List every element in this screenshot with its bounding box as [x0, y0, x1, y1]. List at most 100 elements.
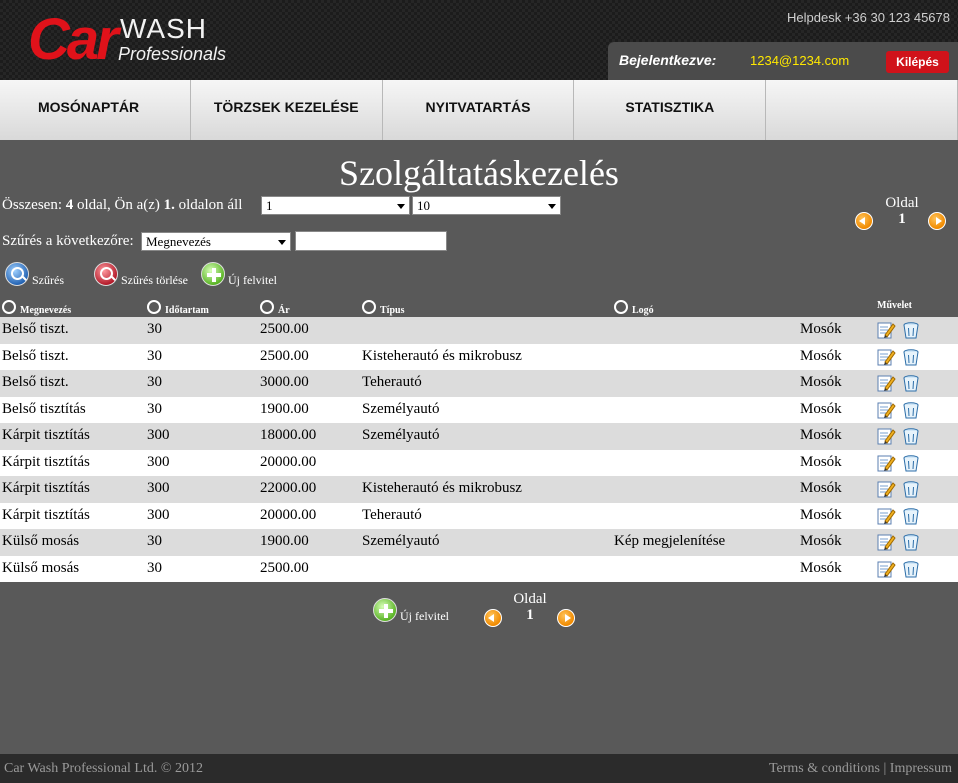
delete-icon[interactable] — [901, 426, 921, 446]
edit-icon[interactable] — [876, 426, 896, 446]
delete-icon[interactable] — [901, 532, 921, 552]
column-label-duration: Időtartam — [165, 305, 209, 316]
delete-icon[interactable] — [901, 347, 921, 367]
cell-duration: 30 — [147, 400, 162, 417]
cell-price: 20000.00 — [260, 506, 317, 523]
delete-icon[interactable] — [901, 506, 921, 526]
delete-icon[interactable] — [901, 320, 921, 340]
nav-item-mosonaptar[interactable]: MOSÓNAPTÁR — [0, 80, 191, 140]
cell-duration: 300 — [147, 480, 170, 496]
edit-icon[interactable] — [876, 373, 896, 393]
cell-duration: 30 — [147, 347, 162, 364]
cell-group: Mosók — [800, 506, 842, 523]
footer: Car Wash Professional Ltd. © 2012 Terms … — [0, 754, 958, 783]
delete-icon[interactable] — [901, 400, 921, 420]
sort-radio-icon[interactable] — [2, 300, 16, 314]
nav-item-nyitvatartas[interactable]: NYITVATARTÁS — [383, 80, 575, 140]
impressum-link[interactable]: Impressum — [890, 761, 952, 776]
cell-type: Teherautó — [362, 506, 422, 523]
footer-links: Terms & conditions | Impressum — [769, 761, 952, 777]
footer-copyright: Car Wash Professional Ltd. © 2012 — [4, 761, 204, 776]
table-row: Belső tisztítás 30 1900.00 Személyautó Mosók — [0, 396, 958, 423]
filter-field-select[interactable]: Megnevezés — [141, 232, 291, 251]
cell-price: 3000.00 — [260, 374, 309, 390]
new-record-button-top[interactable]: Új felvitel — [201, 262, 277, 287]
new-record-button-bottom[interactable]: Új felvitel — [373, 598, 449, 623]
column-header-type[interactable]: Típus — [362, 300, 404, 316]
cell-group: Mosók — [800, 321, 842, 337]
summary-suffix: oldalon áll — [174, 197, 243, 213]
summary-mid: oldal, Ön a(z) — [73, 197, 164, 213]
search-icon — [5, 262, 29, 286]
column-header-price[interactable]: Ár — [260, 300, 290, 316]
summary-prefix: Összesen: — [2, 197, 66, 213]
cell-group: Mosók — [800, 427, 842, 443]
column-header-action: Művelet — [877, 300, 912, 311]
edit-icon[interactable] — [876, 559, 896, 579]
page-title: Szolgáltatáskezelés — [339, 153, 619, 193]
table-row: Belső tiszt. 30 2500.00 Kisteherautó és mik… — [0, 343, 958, 370]
add-icon — [373, 598, 397, 622]
edit-icon[interactable] — [876, 320, 896, 340]
per-page-select[interactable]: 10 — [412, 196, 561, 215]
cell-group: Mosók — [800, 533, 842, 549]
logout-button[interactable]: Kilépés — [886, 51, 949, 73]
page-select[interactable]: 1 — [261, 196, 410, 215]
edit-icon[interactable] — [876, 347, 896, 367]
services-table: Belső tiszt. 30 2500.00 Mosók Belső tiszt. 30… — [0, 317, 958, 582]
filter-text-input[interactable] — [295, 231, 447, 251]
next-page-arrow-icon[interactable] — [557, 609, 575, 627]
table-row: Kárpit tisztítás 300 22000.00 Kisteherautó … — [0, 476, 958, 503]
column-header-logo[interactable]: Logó — [614, 300, 654, 316]
cell-name: Külső mosás — [2, 533, 80, 549]
footer-separator: | — [883, 761, 887, 776]
cell-type: Teherautó — [362, 374, 422, 390]
prev-page-arrow-icon[interactable] — [855, 212, 873, 230]
terms-link[interactable]: Terms & conditions — [769, 761, 880, 776]
prev-page-arrow-icon[interactable] — [484, 609, 502, 627]
nav-item-statisztika[interactable]: STATISZTIKA — [574, 80, 767, 140]
filter-label: Szűrés a következőre: — [2, 233, 134, 249]
sort-radio-icon[interactable] — [260, 300, 274, 314]
page-number-top: 1 — [898, 211, 906, 227]
column-header-name[interactable]: Megnevezés — [2, 300, 71, 316]
cell-group: Mosók — [800, 559, 842, 576]
logo-car-text: Car — [28, 7, 119, 72]
cell-logo[interactable]: Kép megjelenítése — [614, 533, 725, 550]
table-row: Külső mosás 30 1900.00 Személyautó Kép megje… — [0, 529, 958, 556]
delete-icon[interactable] — [901, 479, 921, 499]
cell-duration: 30 — [147, 559, 162, 576]
clear-filter-button[interactable]: Szűrés törlése — [94, 262, 188, 287]
edit-icon[interactable] — [876, 532, 896, 552]
cell-duration: 30 — [147, 374, 162, 390]
sort-radio-icon[interactable] — [362, 300, 376, 314]
filter-field-value: Megnevezés — [146, 234, 211, 249]
next-page-arrow-icon[interactable] — [928, 212, 946, 230]
clear-filter-label: Szűrés törlése — [121, 273, 188, 287]
sort-radio-icon[interactable] — [147, 300, 161, 314]
cell-group: Mosók — [800, 480, 842, 496]
delete-icon[interactable] — [901, 373, 921, 393]
cell-duration: 300 — [147, 427, 170, 443]
sort-radio-icon[interactable] — [614, 300, 628, 314]
nav-item-torzsek-kezelese[interactable]: TÖRZSEK KEZELÉSE — [191, 80, 383, 140]
edit-icon[interactable] — [876, 506, 896, 526]
logo-professionals-text: Professionals — [118, 44, 227, 64]
column-label-action: Művelet — [877, 300, 912, 311]
delete-icon[interactable] — [901, 453, 921, 473]
cell-name: Belső tiszt. — [2, 374, 69, 390]
clear-search-icon — [94, 262, 118, 286]
edit-icon[interactable] — [876, 479, 896, 499]
chevron-down-icon — [278, 240, 286, 245]
column-header-duration[interactable]: Időtartam — [147, 300, 209, 316]
cell-name: Kárpit tisztítás — [2, 506, 90, 523]
login-status-box: Bejelentkezve: 1234@1234.com Kilépés — [608, 42, 958, 80]
filter-button[interactable]: Szűrés — [5, 262, 64, 287]
header: Car WASH Professionals Helpdesk +36 30 1… — [0, 0, 958, 80]
edit-icon[interactable] — [876, 453, 896, 473]
login-label: Bejelentkezve: — [619, 52, 717, 68]
edit-icon[interactable] — [876, 400, 896, 420]
nav-item-empty[interactable] — [766, 80, 958, 140]
delete-icon[interactable] — [901, 559, 921, 579]
helpdesk-phone: Helpdesk +36 30 123 45678 — [787, 10, 950, 25]
